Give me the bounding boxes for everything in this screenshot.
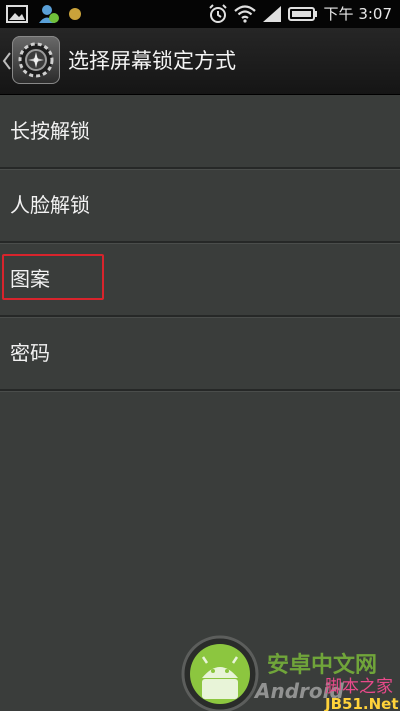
gallery-notification-icon: [6, 5, 28, 23]
option-label: 图案: [10, 267, 50, 291]
settings-gear-icon[interactable]: [12, 36, 60, 84]
action-bar: 选择屏幕锁定方式: [0, 28, 400, 95]
status-bar: 下午 3:07: [0, 0, 400, 28]
contact-notification-icon: [39, 5, 59, 23]
wifi-icon: [233, 5, 256, 23]
option-label: 密码: [10, 341, 50, 365]
dot-notification-icon: [69, 8, 81, 20]
signal-icon: [262, 6, 281, 22]
option-label: 长按解锁: [10, 119, 90, 143]
option-face-unlock[interactable]: 人脸解锁: [0, 169, 400, 243]
option-pattern[interactable]: 图案: [0, 243, 400, 317]
page-title: 选择屏幕锁定方式: [68, 49, 236, 73]
lock-method-list: 长按解锁 人脸解锁 图案 密码: [0, 95, 400, 391]
system-icons: 下午 3:07: [208, 4, 392, 24]
back-chevron-icon[interactable]: [2, 51, 12, 71]
option-password[interactable]: 密码: [0, 317, 400, 391]
battery-icon: [287, 7, 317, 21]
android-logo-icon: [181, 635, 259, 711]
watermark-site2-url: JB51.Net: [324, 695, 398, 711]
option-long-press-unlock[interactable]: 长按解锁: [0, 95, 400, 169]
notification-icons: [6, 4, 82, 24]
clock-time: 下午 3:07: [323, 5, 392, 23]
alarm-icon: [208, 4, 227, 23]
watermark: 安卓中文网 Android 脚本之家 JB51.Net: [181, 635, 398, 711]
watermark-site2: 脚本之家: [325, 677, 393, 697]
watermark-site-cn: 安卓中文网: [267, 652, 377, 678]
option-label: 人脸解锁: [10, 193, 90, 217]
